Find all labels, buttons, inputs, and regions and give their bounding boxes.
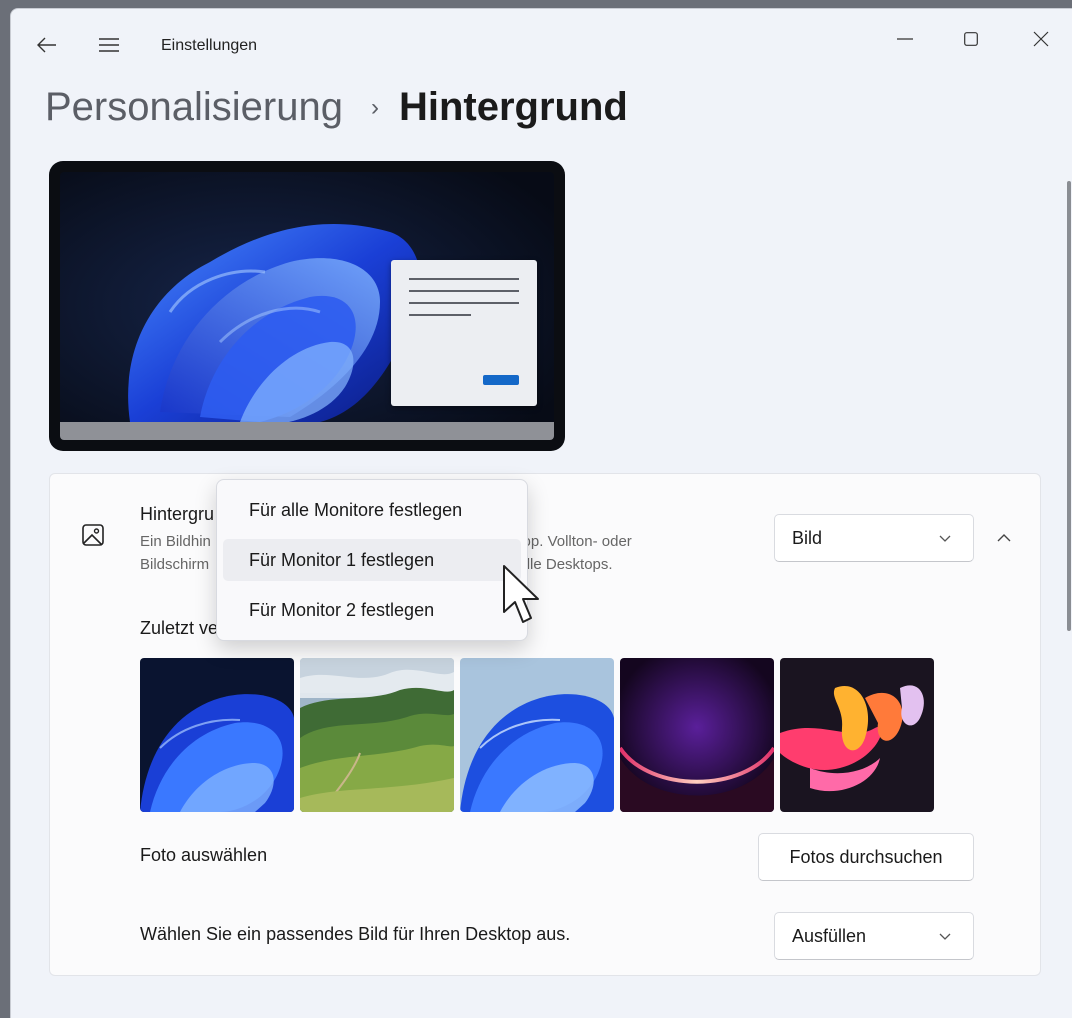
recent-images-list <box>140 658 934 812</box>
settings-window: Einstellungen Personalisierung › Hinterg… <box>10 8 1072 1018</box>
recent-images-card: Zuletzt ve <box>49 596 1041 818</box>
recent-images-label: Zuletzt ve <box>140 618 219 638</box>
fit-label: Wählen Sie ein passendes Bild für Ihren … <box>140 924 571 944</box>
chevron-down-icon <box>939 933 951 940</box>
background-type-card[interactable]: Hintergru Ein Bildhin ktop. Vollton- oder… <box>49 473 1041 597</box>
bloom-light-wallpaper <box>460 658 614 812</box>
chevron-down-icon <box>939 535 951 542</box>
browse-photos-button[interactable]: Fotos durchsuchen <box>758 833 974 881</box>
close-button[interactable] <box>1023 21 1059 57</box>
recent-image-bloom-light[interactable] <box>460 658 614 812</box>
background-type-select[interactable]: Bild <box>774 514 974 562</box>
breadcrumb: Personalisierung › Hintergrund <box>45 85 628 130</box>
recent-image-hills[interactable] <box>300 658 454 812</box>
recent-image-ribbons[interactable] <box>780 658 934 812</box>
maximize-icon <box>964 32 978 46</box>
preview-dialog-button <box>483 375 519 385</box>
menu-item-monitor-2[interactable]: Für Monitor 2 festlegen <box>223 589 521 631</box>
purple-glow-wallpaper <box>620 658 774 812</box>
recent-image-purple-glow[interactable] <box>620 658 774 812</box>
fit-select[interactable]: Ausfüllen <box>774 912 974 960</box>
chevron-up-icon <box>997 534 1011 542</box>
colorful-ribbons-wallpaper <box>780 658 934 812</box>
picture-icon <box>82 524 104 546</box>
fit-value: Ausfüllen <box>792 925 867 946</box>
breadcrumb-parent[interactable]: Personalisierung <box>45 85 343 130</box>
maximize-button[interactable] <box>953 21 989 57</box>
collapse-button[interactable] <box>990 526 1018 550</box>
minimize-button[interactable] <box>887 21 923 57</box>
desktop-preview-screen <box>60 172 554 440</box>
monitor-context-menu: Für alle Monitore festlegen Für Monitor … <box>216 479 528 641</box>
menu-item-monitor-1[interactable]: Für Monitor 1 festlegen <box>223 539 521 581</box>
background-type-value: Bild <box>792 527 823 548</box>
green-hills-landscape <box>300 658 454 812</box>
bloom-dark-wallpaper <box>140 658 294 812</box>
desktop-preview <box>49 161 565 451</box>
mouse-cursor-icon <box>503 565 539 623</box>
choose-photo-row: Foto auswählen Fotos durchsuchen <box>49 817 1041 897</box>
preview-taskbar <box>60 422 554 440</box>
back-button[interactable] <box>33 33 61 57</box>
fit-row: Wählen Sie ein passendes Bild für Ihren … <box>49 896 1041 976</box>
app-title: Einstellungen <box>161 37 258 54</box>
recent-image-bloom-dark[interactable] <box>140 658 294 812</box>
preview-dialog-window <box>391 260 537 406</box>
background-title: Hintergru <box>140 504 215 524</box>
page-title: Hintergrund <box>398 85 628 129</box>
hamburger-menu-icon <box>99 38 119 52</box>
back-arrow-icon <box>37 37 56 53</box>
close-icon <box>1033 31 1049 47</box>
breadcrumb-separator: › <box>370 93 379 121</box>
choose-photo-label: Foto auswählen <box>140 845 268 865</box>
title-bar: Einstellungen <box>11 9 1072 79</box>
navigation-menu-button[interactable] <box>95 33 123 57</box>
scrollbar-thumb[interactable] <box>1067 181 1071 631</box>
menu-item-all-monitors[interactable]: Für alle Monitore festlegen <box>223 489 521 531</box>
minimize-icon <box>897 38 913 40</box>
